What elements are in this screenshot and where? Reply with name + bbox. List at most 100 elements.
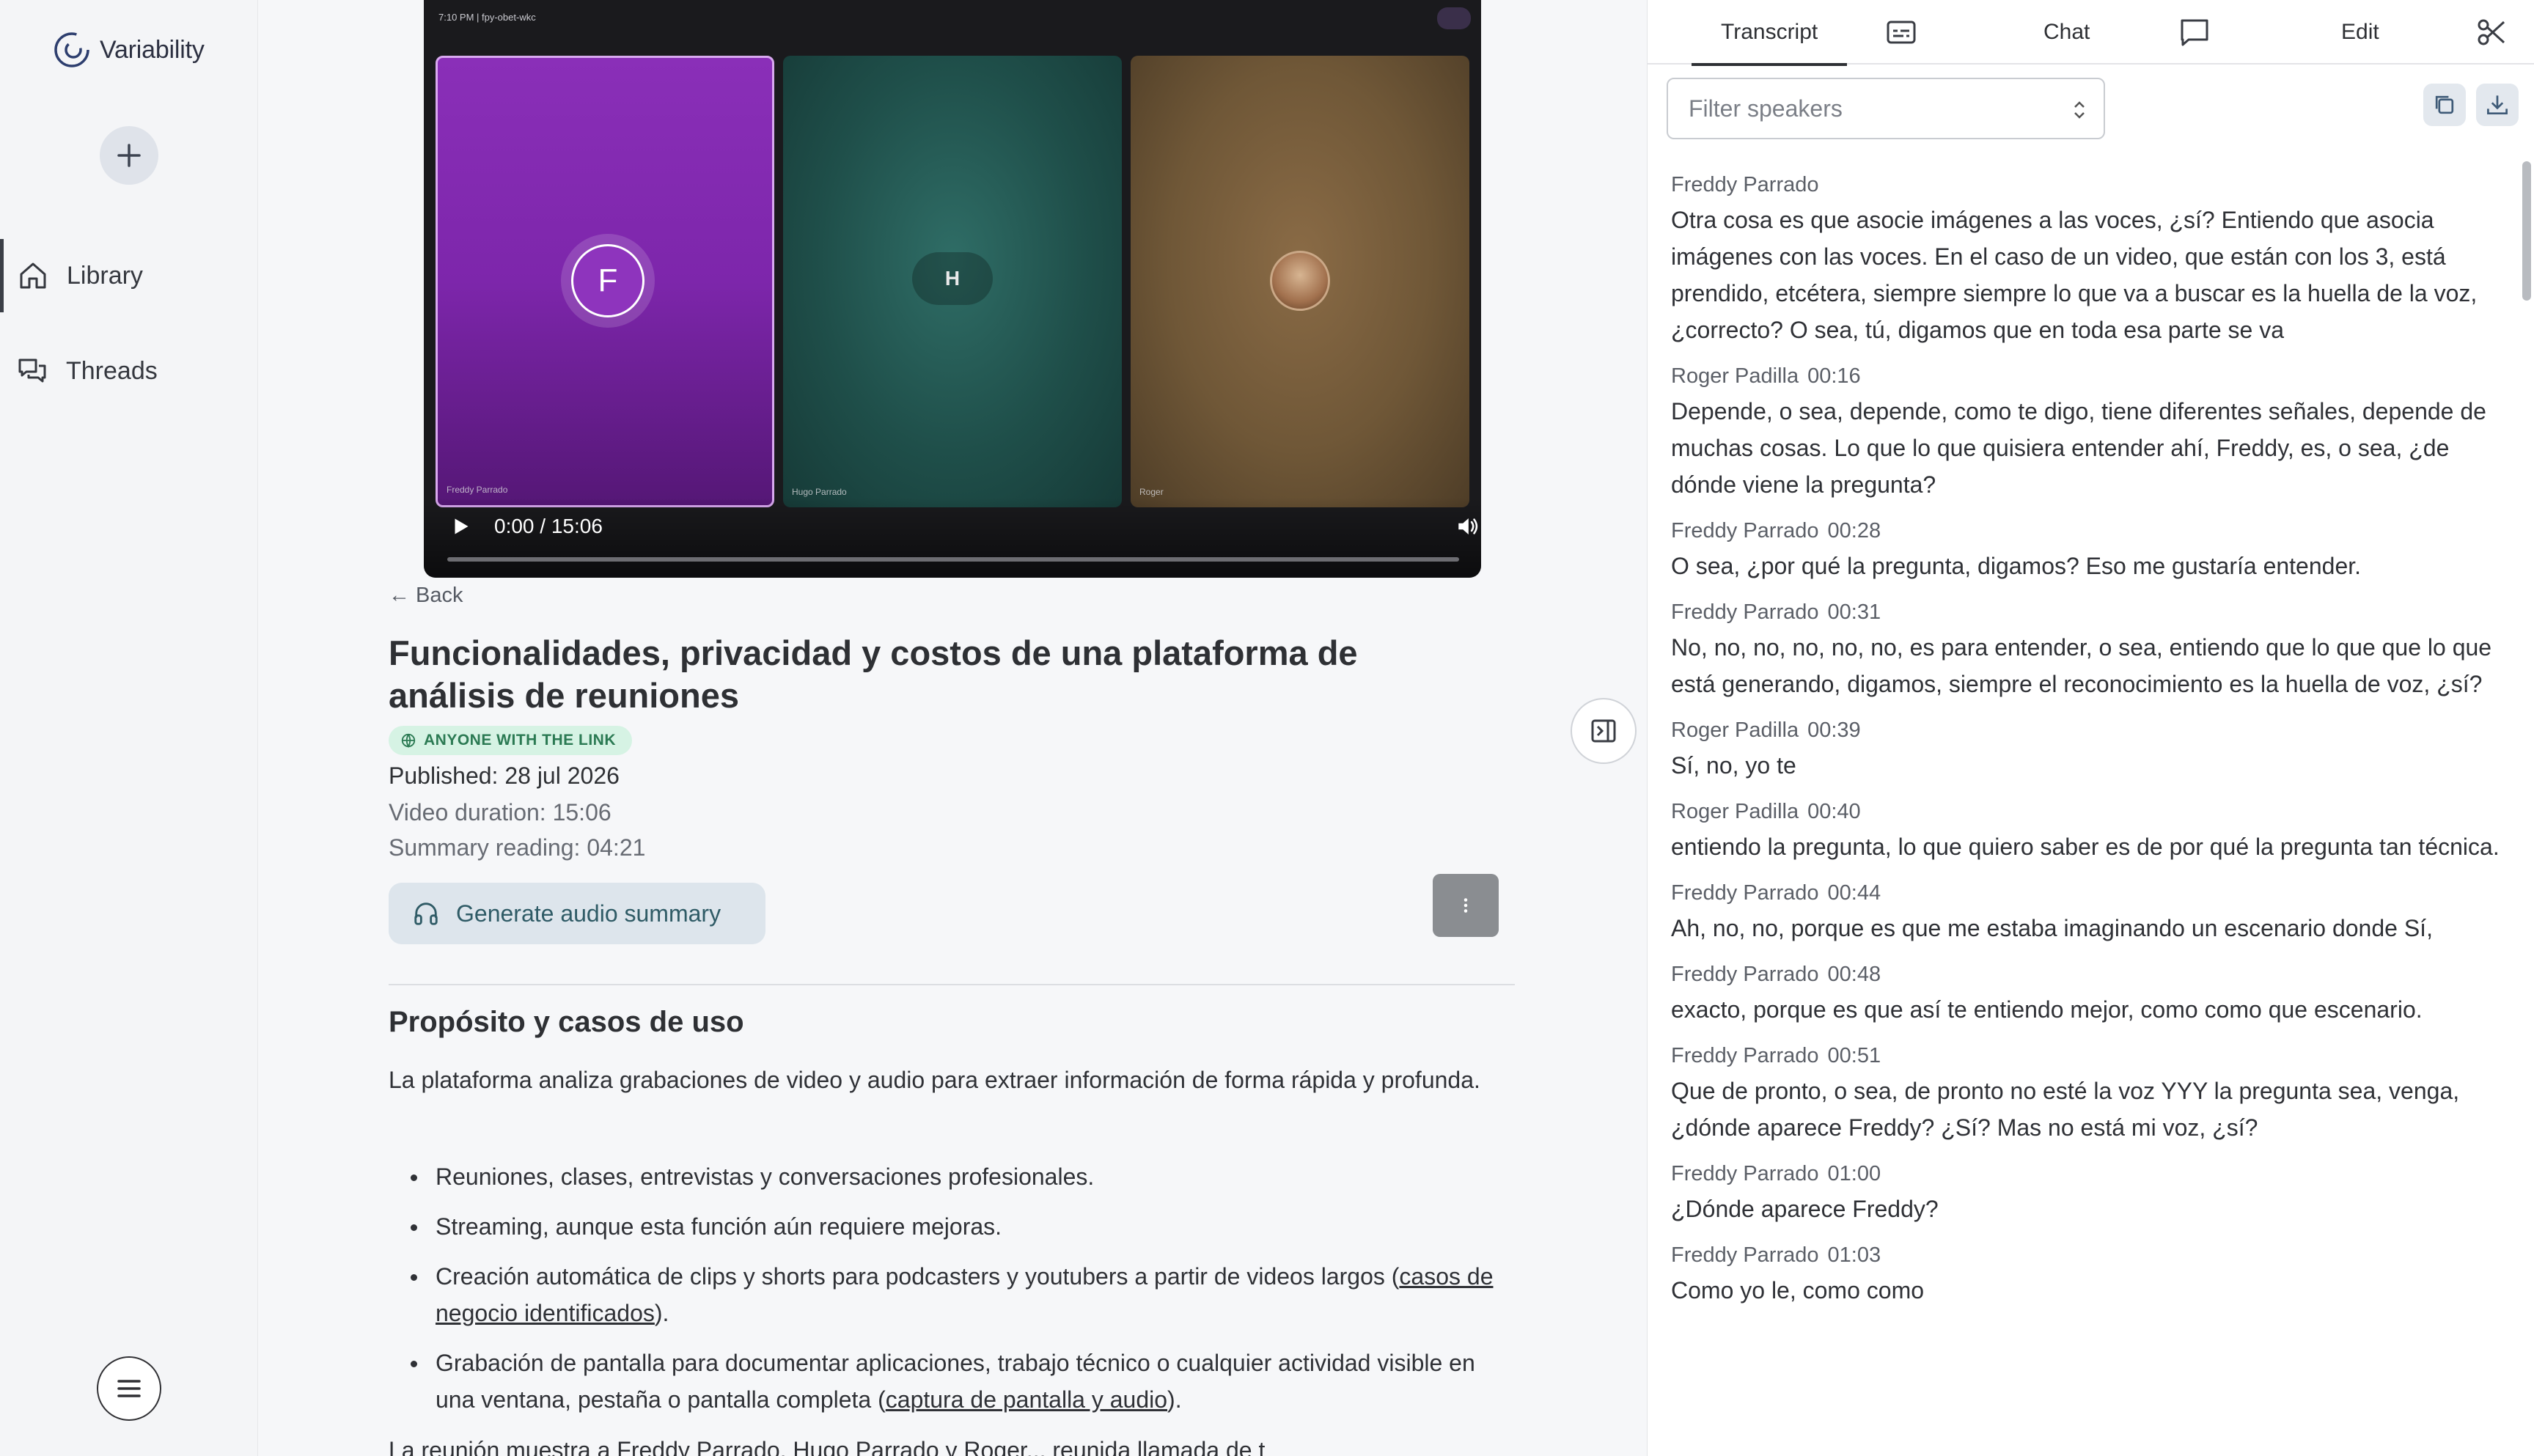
tab-label: Transcript <box>1721 20 1818 44</box>
sidebar-item-label: Threads <box>66 356 158 385</box>
generate-audio-summary-label: Generate audio summary <box>456 900 721 927</box>
page-title: Funcionalidades, privacidad y costos de … <box>389 633 1358 715</box>
visibility-label: ANYONE WITH THE LINK <box>424 732 616 749</box>
tab-label: Edit <box>2341 20 2379 44</box>
main-menu-button[interactable] <box>97 1356 161 1421</box>
more-options-button[interactable] <box>1433 874 1499 937</box>
app-logo[interactable]: Variability <box>51 29 205 70</box>
segment-speaker: Freddy Parrado <box>1671 963 1819 986</box>
participant-name: Freddy Parrado <box>447 485 508 495</box>
segment-text: entiendo la pregunta, lo que quiero sabe… <box>1671 834 2500 860</box>
segment-speaker: Roger Padilla <box>1671 800 1799 823</box>
transcript-segment[interactable]: Roger Padilla 00:39 Sí, no, yo te <box>1671 718 2514 784</box>
segment-text: Ah, no, no, porque es que me estaba imag… <box>1671 915 2433 941</box>
video-top-bar: 7:10 PM | fpy-obet-wkc <box>438 12 536 23</box>
segment-text: Sí, no, yo te <box>1671 752 1796 779</box>
app-name: Variability <box>100 35 205 64</box>
segment-speaker: Freddy Parrado <box>1671 1044 1819 1067</box>
segment-text: ¿Dónde aparece Freddy? <box>1671 1196 1939 1222</box>
sidebar-item-threads[interactable]: Threads <box>0 334 258 408</box>
segment-time[interactable]: 01:03 <box>1828 1243 1881 1267</box>
segment-speaker: Freddy Parrado <box>1671 1243 1819 1267</box>
play-button[interactable] <box>446 512 475 541</box>
transcript-segment[interactable]: Roger Padilla 00:40 entiendo la pregunta,… <box>1671 800 2514 865</box>
download-transcript-button[interactable] <box>2476 84 2519 126</box>
visibility-badge[interactable]: ANYONE WITH THE LINK <box>389 726 632 755</box>
segment-time[interactable]: 00:16 <box>1807 364 1861 388</box>
transcript-segment[interactable]: Freddy Parrado 01:03 Como yo le, como com… <box>1671 1243 2514 1309</box>
video-duration: Video duration: 15:06 <box>389 799 612 826</box>
transcript-scrollbar[interactable] <box>2522 161 2531 301</box>
transcript-segment[interactable]: Freddy Parrado 01:00 ¿Dónde aparece Fredd… <box>1671 1162 2514 1227</box>
transcript-list: Freddy Parrado Otra cosa es que asocie i… <box>1671 173 2514 1428</box>
segment-time[interactable]: 00:28 <box>1828 519 1881 543</box>
back-link[interactable]: ← Back <box>389 584 463 608</box>
new-item-button[interactable] <box>100 126 158 185</box>
panel-tabs: Transcript Chat Edit <box>1648 0 2534 66</box>
main-content: 7:10 PM | fpy-obet-wkc F Freddy Parrado … <box>258 0 1647 1456</box>
globe-icon <box>401 733 416 749</box>
transcript-segment[interactable]: Freddy Parrado 00:28 O sea, ¿por qué la p… <box>1671 519 2514 584</box>
sidebar: Variability Library Threads <box>0 0 258 1456</box>
threads-icon <box>18 359 46 383</box>
participant-name: Hugo Parrado <box>792 487 847 497</box>
divider <box>389 984 1515 985</box>
segment-speaker: Freddy Parrado <box>1671 881 1819 905</box>
chat-icon[interactable] <box>2178 16 2211 48</box>
participant-tile: F Freddy Parrado <box>436 56 774 507</box>
avatar-initial: H <box>944 267 961 290</box>
summary-reading-time: Summary reading: 04:21 <box>389 834 646 861</box>
segment-time[interactable]: 00:48 <box>1828 963 1881 986</box>
avatar: H <box>912 252 993 305</box>
list-item: Grabación de pantalla para documentar ap… <box>389 1345 1518 1418</box>
segment-time[interactable]: 00:39 <box>1807 718 1861 742</box>
segment-text: O sea, ¿por qué la pregunta, digamos? Es… <box>1671 553 2362 579</box>
segment-speaker: Freddy Parrado <box>1671 1162 1819 1185</box>
transcript-segment[interactable]: Roger Padilla 00:16 Depende, o sea, depen… <box>1671 364 2514 503</box>
avatar <box>1270 251 1330 311</box>
plus-icon <box>117 144 141 167</box>
participant-name: Roger <box>1139 487 1164 497</box>
volume-button[interactable] <box>1453 512 1481 541</box>
transcript-segment[interactable]: Freddy Parrado 00:31 No, no, no, no, no, … <box>1671 600 2514 702</box>
arrow-left-icon: ← <box>389 584 410 607</box>
screen-capture-link[interactable]: captura de pantalla y audio <box>886 1386 1167 1413</box>
segment-text: Otra cosa es que asocie imágenes a las v… <box>1671 207 2478 343</box>
segment-time[interactable]: 00:31 <box>1828 600 1881 624</box>
copy-transcript-button[interactable] <box>2423 84 2466 126</box>
segment-text: exacto, porque es que así te entiendo me… <box>1671 996 2423 1023</box>
subtitles-icon[interactable] <box>1885 16 1917 48</box>
video-player[interactable]: 7:10 PM | fpy-obet-wkc F Freddy Parrado … <box>424 0 1481 578</box>
segment-speaker: Freddy Parrado <box>1671 173 1819 196</box>
avatar-initial: F <box>571 244 644 317</box>
segment-time[interactable]: 01:00 <box>1828 1162 1881 1185</box>
summary-bullet-list: Reuniones, clases, entrevistas y convers… <box>389 1158 1518 1431</box>
toggle-panel-button[interactable] <box>1571 698 1637 764</box>
segment-speaker: Roger Padilla <box>1671 364 1799 388</box>
list-item-text: Creación automática de clips y shorts pa… <box>436 1263 1400 1290</box>
generate-audio-summary-button[interactable]: Generate audio summary <box>389 883 765 944</box>
transcript-segment[interactable]: Freddy Parrado 00:48 exacto, porque es qu… <box>1671 963 2514 1028</box>
segment-time[interactable]: 00:51 <box>1828 1044 1881 1067</box>
app-root: Variability Library Threads 7:10 PM | fp… <box>0 0 2534 1456</box>
sidebar-item-library[interactable]: Library <box>0 239 258 312</box>
transcript-segment[interactable]: Freddy Parrado 00:51 Que de pronto, o sea… <box>1671 1044 2514 1146</box>
video-progress-bar[interactable] <box>447 557 1459 562</box>
scissors-icon[interactable] <box>2476 16 2508 48</box>
segment-time[interactable]: 00:44 <box>1828 881 1881 905</box>
transcript-panel: Transcript Chat Edit Filter speakers Fre… <box>1647 0 2534 1456</box>
filter-speakers-select[interactable]: Filter speakers <box>1667 78 2105 139</box>
segment-speaker: Freddy Parrado <box>1671 600 1819 624</box>
list-item-text: ). <box>654 1300 669 1326</box>
tab-transcript[interactable]: Transcript <box>1691 0 1848 66</box>
transcript-segment[interactable]: Freddy Parrado Otra cosa es que asocie i… <box>1671 173 2514 348</box>
play-icon <box>455 518 469 534</box>
video-participants-indicator <box>1437 7 1471 29</box>
segment-time[interactable]: 00:40 <box>1807 800 1861 823</box>
sidebar-item-label: Library <box>67 261 143 290</box>
tab-chat[interactable]: Chat <box>2043 0 2090 65</box>
published-date: Published: 28 jul 2026 <box>389 762 620 789</box>
transcript-segment[interactable]: Freddy Parrado 00:44 Ah, no, no, porque e… <box>1671 881 2514 946</box>
participant-tile: H Hugo Parrado <box>783 56 1122 507</box>
tab-edit[interactable]: Edit <box>2341 0 2379 65</box>
